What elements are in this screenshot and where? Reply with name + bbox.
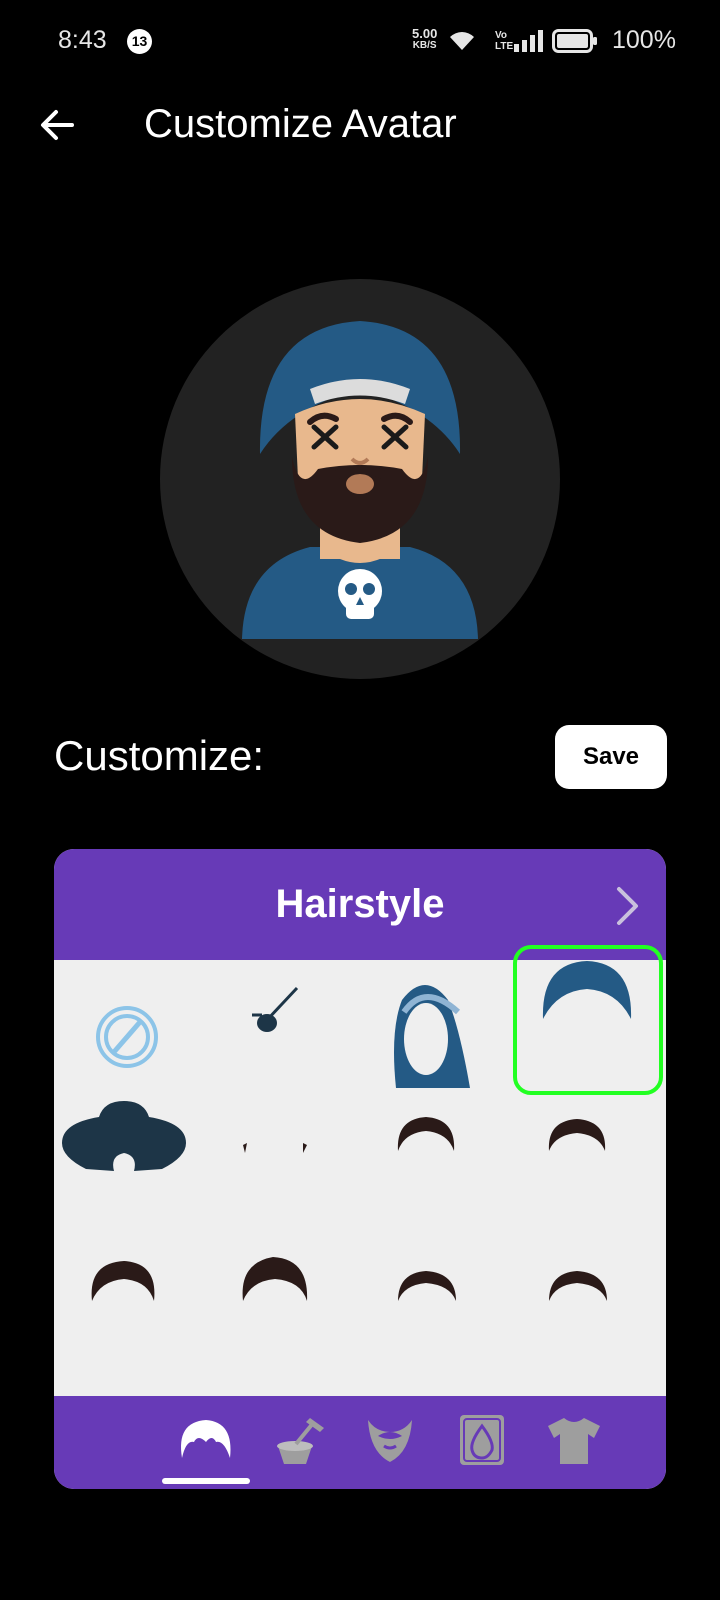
save-button[interactable]: Save bbox=[555, 725, 667, 789]
status-bar: 8:43 13 5.00 KB/S Vo LTE 100% bbox=[0, 0, 720, 84]
option-crew-hair-2[interactable] bbox=[513, 1249, 663, 1399]
option-short-hair-1[interactable] bbox=[360, 1101, 510, 1251]
option-short-hair-2[interactable] bbox=[513, 1101, 663, 1251]
option-none[interactable] bbox=[54, 960, 204, 1110]
panel-header: Hairstyle bbox=[54, 849, 666, 960]
battery-percent: 100% bbox=[612, 26, 676, 54]
short-hair-icon bbox=[397, 1117, 455, 1151]
panel-title: Hairstyle bbox=[275, 882, 445, 926]
option-side-hair[interactable] bbox=[207, 1101, 357, 1251]
turban-icon bbox=[542, 961, 632, 1019]
signal-icon bbox=[514, 30, 543, 52]
avatar-illustration bbox=[242, 321, 478, 639]
option-hat[interactable] bbox=[54, 1101, 204, 1251]
wavy-hair-icon bbox=[91, 1261, 155, 1301]
hairstyle-icon[interactable] bbox=[176, 1412, 236, 1468]
none-icon bbox=[96, 1006, 158, 1068]
notification-badge: 13 bbox=[127, 29, 152, 54]
battery-icon bbox=[552, 29, 597, 53]
crew-hair-icon bbox=[398, 1271, 456, 1301]
category-tab-bar bbox=[54, 1396, 666, 1489]
beard-icon[interactable] bbox=[360, 1412, 420, 1468]
option-hijab[interactable] bbox=[360, 960, 510, 1110]
option-turban[interactable] bbox=[513, 945, 663, 1095]
hat-icon bbox=[62, 1101, 186, 1171]
customize-label: Customize: bbox=[54, 732, 265, 779]
option-quiff-hair[interactable] bbox=[207, 1249, 357, 1399]
hair-color-icon[interactable] bbox=[270, 1412, 330, 1468]
status-time: 8:43 bbox=[58, 26, 107, 54]
skin-tone-icon[interactable] bbox=[452, 1412, 512, 1468]
avatar-preview bbox=[160, 279, 560, 679]
active-tab-indicator bbox=[162, 1478, 250, 1484]
network-speed-unit: KB/S bbox=[412, 40, 437, 51]
back-arrow-icon[interactable] bbox=[36, 104, 78, 146]
page-title: Customize Avatar bbox=[144, 102, 457, 146]
quiff-hair-icon bbox=[242, 1257, 308, 1301]
side-hair-icon bbox=[243, 1143, 307, 1153]
eyepatch-icon bbox=[252, 986, 299, 1032]
chevron-right-icon[interactable] bbox=[612, 885, 642, 927]
crew-hair-icon bbox=[549, 1271, 607, 1301]
shirt-icon[interactable] bbox=[544, 1412, 604, 1468]
volte-indicator: Vo LTE bbox=[495, 30, 514, 52]
hijab-icon bbox=[394, 985, 470, 1088]
customization-panel: Hairstyle bbox=[54, 849, 666, 1489]
wifi-icon bbox=[450, 32, 474, 50]
option-eyepatch[interactable] bbox=[207, 960, 357, 1110]
option-wavy-hair[interactable] bbox=[54, 1249, 204, 1399]
short-hair-icon bbox=[548, 1119, 606, 1151]
option-crew-hair-1[interactable] bbox=[360, 1249, 510, 1399]
network-speed: 5.00 KB/S bbox=[412, 26, 438, 52]
network-speed-value: 5.00 bbox=[412, 26, 438, 41]
